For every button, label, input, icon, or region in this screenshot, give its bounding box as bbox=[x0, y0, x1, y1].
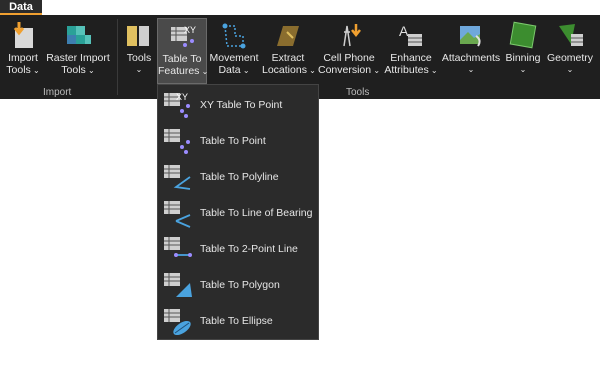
chevron-down-icon: ⌄ bbox=[306, 66, 316, 75]
import-tools-label-1: Import bbox=[8, 52, 38, 64]
svg-text:XY: XY bbox=[176, 92, 188, 102]
table-to-features-button[interactable]: XY Table To Features ⌄ bbox=[157, 18, 208, 84]
extract-locations-icon bbox=[277, 26, 299, 46]
svg-text:XY: XY bbox=[184, 25, 196, 35]
table-to-features-icon: XY bbox=[171, 25, 196, 47]
raster-import-tools-label-1: Raster Import bbox=[46, 52, 110, 64]
geometry-label: Geometry bbox=[546, 52, 594, 64]
menu-item-table-to-line-of-bearing[interactable]: Table To Line of Bearing bbox=[158, 195, 318, 231]
binning-label: Binning bbox=[505, 52, 541, 64]
tools-icon bbox=[127, 26, 149, 46]
raster-import-tools-label-2: Tools bbox=[61, 64, 86, 76]
cell-tower-icon bbox=[343, 24, 361, 47]
enhance-attributes-label-2: Attributes bbox=[384, 64, 429, 76]
extract-locations-button[interactable]: Extract Locations ⌄ bbox=[262, 18, 316, 84]
extract-locations-label-2: Locations bbox=[262, 64, 307, 76]
menu-item-label: Table To Point bbox=[200, 135, 266, 147]
table-to-polyline-icon bbox=[164, 165, 191, 190]
cell-phone-conversion-button[interactable]: Cell Phone Conversion ⌄ bbox=[318, 18, 380, 84]
group-label-tools: Tools bbox=[346, 87, 370, 98]
raster-import-tools-button[interactable]: Raster Import Tools ⌄ bbox=[44, 18, 112, 84]
cell-phone-conversion-label-1: Cell Phone bbox=[323, 52, 375, 64]
import-tools-label-2: Tools bbox=[6, 64, 31, 76]
table-to-2-point-line-icon bbox=[164, 237, 192, 257]
attachments-icon bbox=[460, 26, 481, 47]
menu-item-table-to-ellipse[interactable]: Table To Ellipse bbox=[158, 303, 318, 339]
menu-item-xy-table-to-point[interactable]: XY XY Table To Point bbox=[158, 87, 318, 123]
chevron-down-icon: ⌄ bbox=[85, 66, 95, 75]
menu-item-table-to-2-point-line[interactable]: Table To 2-Point Line bbox=[158, 231, 318, 267]
attachments-label: Attachments bbox=[441, 52, 501, 64]
table-to-line-of-bearing-icon bbox=[164, 201, 191, 228]
enhance-attributes-icon: A bbox=[399, 23, 422, 46]
chevron-down-icon: ⌄ bbox=[519, 65, 527, 74]
movement-data-label-2: Data bbox=[218, 64, 241, 76]
group-label-import: Import bbox=[43, 87, 72, 98]
binning-icon bbox=[509, 21, 537, 49]
extract-locations-label-1: Extract bbox=[271, 52, 305, 64]
menu-item-label: Table To Polyline bbox=[200, 171, 279, 183]
table-to-ellipse-icon bbox=[164, 309, 191, 336]
chevron-down-icon: ⌄ bbox=[371, 66, 381, 75]
menu-item-table-to-polygon[interactable]: Table To Polygon bbox=[158, 267, 318, 303]
chevron-down-icon: ⌄ bbox=[467, 65, 475, 74]
menu-item-label: XY Table To Point bbox=[200, 99, 283, 111]
chevron-down-icon: ⌄ bbox=[240, 66, 250, 75]
table-to-features-menu: XY XY Table To Point Table To Point Tabl… bbox=[157, 84, 319, 340]
binning-button[interactable]: Binning ⌄ bbox=[503, 18, 543, 84]
geometry-icon bbox=[559, 24, 583, 46]
table-to-polygon-icon bbox=[164, 273, 192, 297]
table-to-features-label-2: Features bbox=[158, 65, 200, 77]
chevron-down-icon: ⌄ bbox=[566, 65, 574, 74]
xy-table-to-point-icon: XY bbox=[164, 92, 190, 118]
attachments-button[interactable]: Attachments ⌄ bbox=[441, 18, 501, 84]
menu-item-label: Table To Line of Bearing bbox=[200, 207, 313, 219]
import-tools-icon bbox=[13, 22, 33, 48]
group-separator bbox=[117, 19, 118, 95]
tools-label: Tools bbox=[126, 52, 152, 64]
menu-item-label: Table To Polygon bbox=[200, 279, 280, 291]
table-to-features-label-1: Table To bbox=[162, 53, 202, 65]
menu-item-table-to-polyline[interactable]: Table To Polyline bbox=[158, 159, 318, 195]
raster-import-icon bbox=[67, 26, 91, 44]
movement-data-button[interactable]: Movement Data ⌄ bbox=[208, 18, 260, 84]
tab-data[interactable]: Data bbox=[0, 0, 42, 15]
table-to-point-icon bbox=[164, 129, 190, 154]
geometry-button[interactable]: Geometry ⌄ bbox=[545, 18, 595, 84]
tools-button[interactable]: Tools ⌄ bbox=[122, 18, 156, 84]
import-tools-button[interactable]: Import Tools ⌄ bbox=[4, 18, 42, 84]
menu-item-label: Table To Ellipse bbox=[200, 315, 273, 327]
movement-data-icon bbox=[222, 23, 246, 49]
chevron-down-icon: ⌄ bbox=[135, 65, 143, 74]
menu-item-table-to-point[interactable]: Table To Point bbox=[158, 123, 318, 159]
movement-data-label-1: Movement bbox=[209, 52, 259, 64]
chevron-down-icon: ⌄ bbox=[428, 66, 438, 75]
enhance-attributes-button[interactable]: A Enhance Attributes ⌄ bbox=[382, 18, 440, 84]
enhance-attributes-label-1: Enhance bbox=[390, 52, 432, 64]
menu-item-label: Table To 2-Point Line bbox=[200, 243, 298, 255]
svg-text:A: A bbox=[399, 23, 409, 39]
cell-phone-conversion-label-2: Conversion bbox=[318, 64, 372, 76]
chevron-down-icon: ⌄ bbox=[30, 66, 40, 75]
